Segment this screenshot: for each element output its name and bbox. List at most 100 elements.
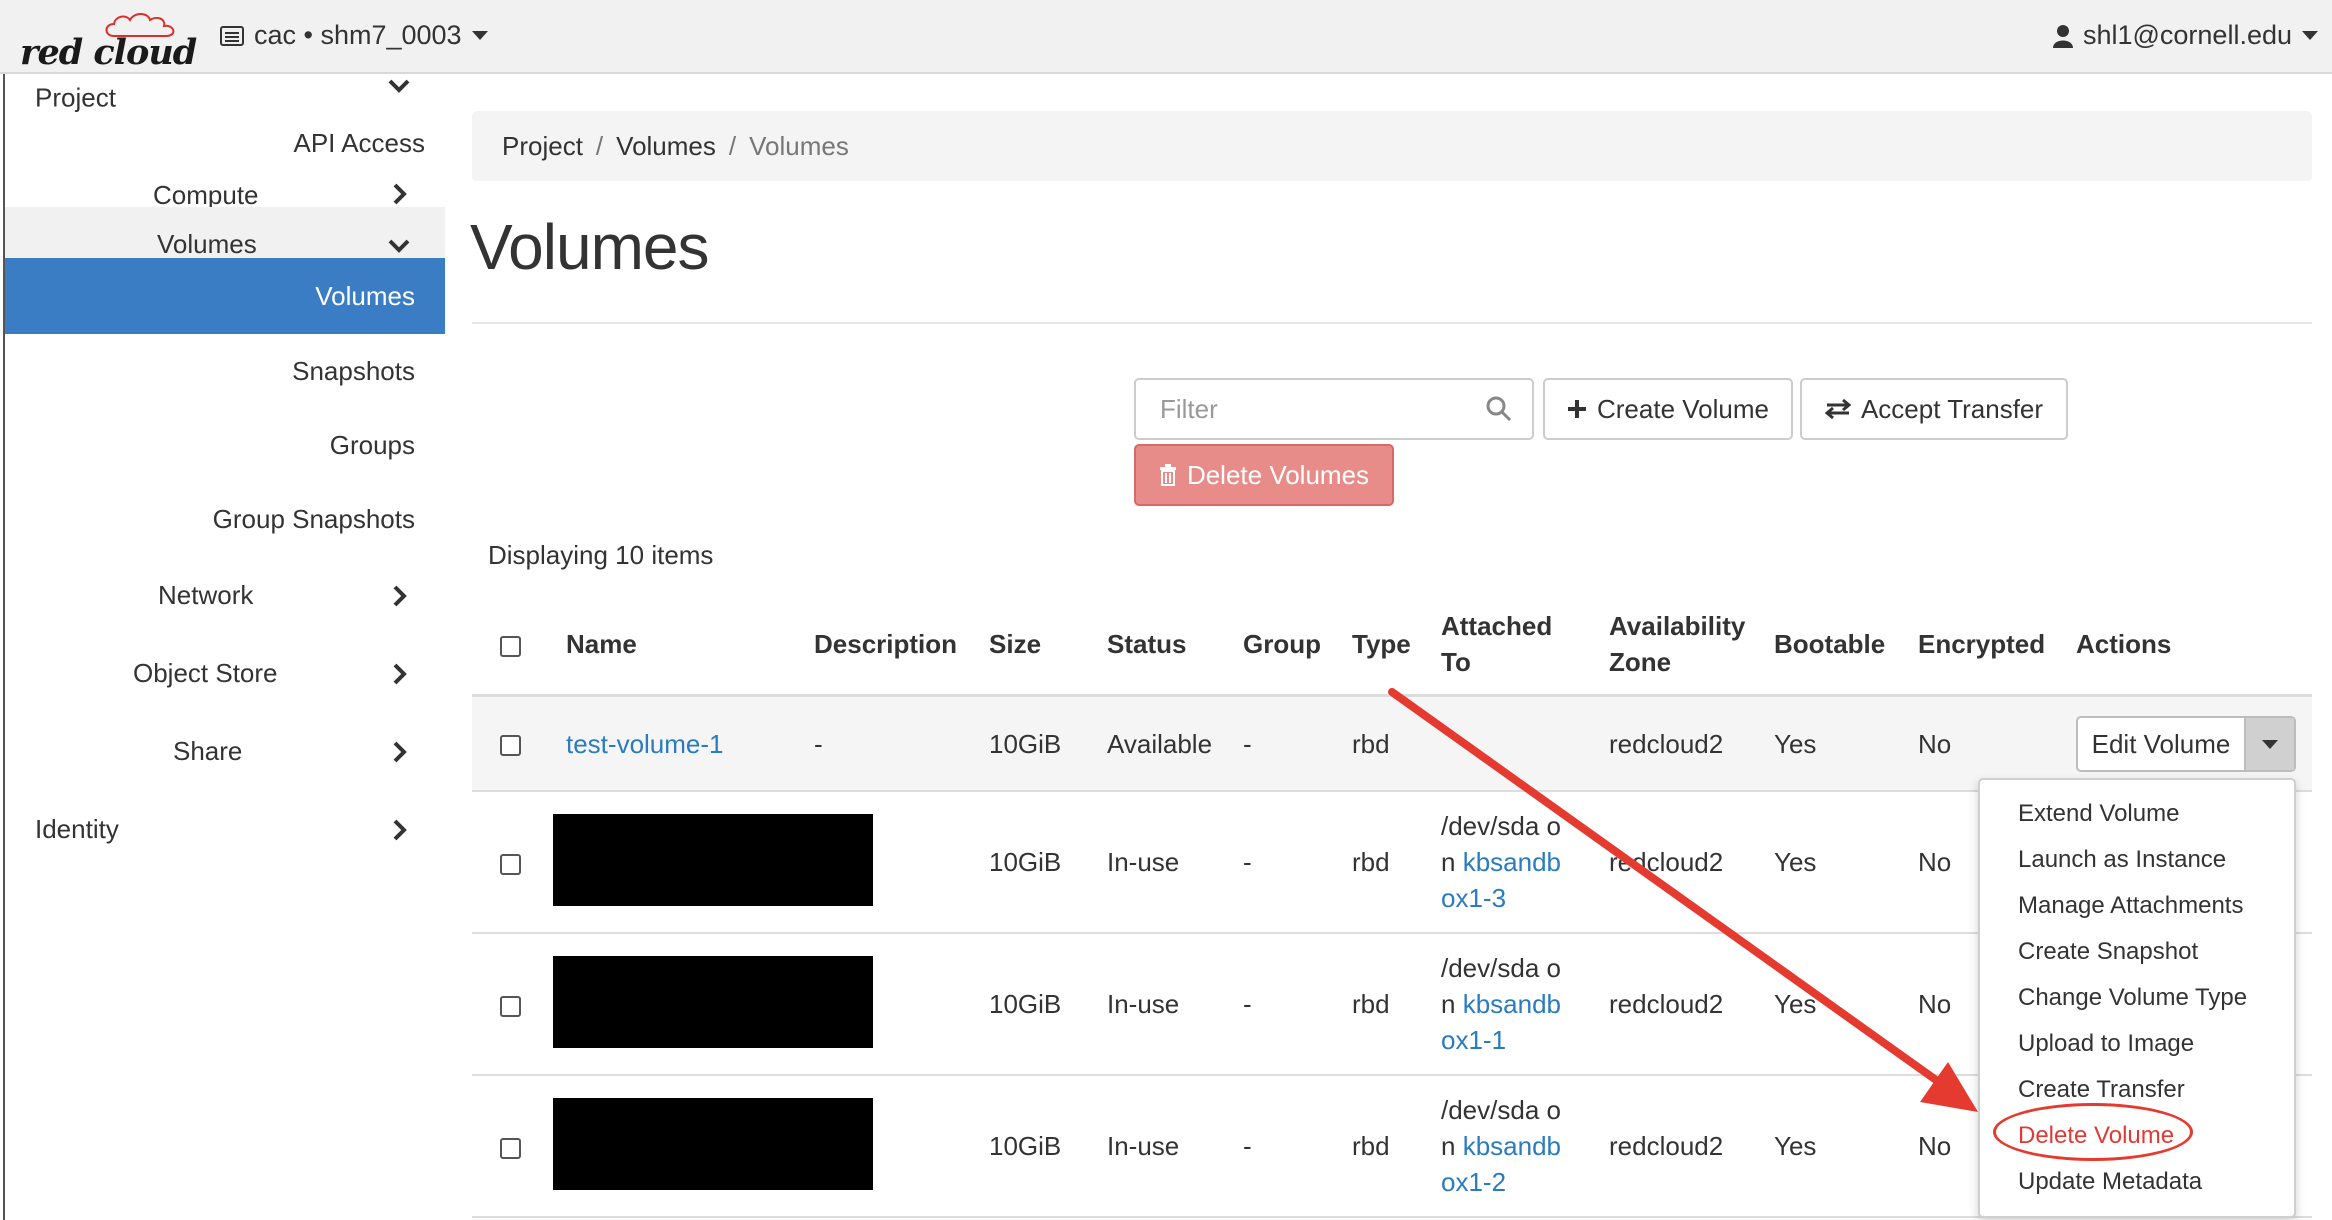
row-checkbox[interactable]	[500, 735, 521, 756]
create-volume-label: Create Volume	[1597, 393, 1769, 424]
breadcrumb: Project / Volumes / Volumes	[472, 111, 2312, 181]
row-checkbox[interactable]	[500, 854, 521, 875]
volume-status: In-use	[1107, 989, 1180, 1019]
breadcrumb-separator: /	[595, 130, 604, 161]
filter-box	[1134, 378, 1534, 440]
attached-instance: n kbsandb	[1441, 847, 1561, 877]
col-header-status[interactable]: Status	[1107, 626, 1186, 662]
col-header-description[interactable]: Description	[814, 626, 957, 662]
col-header-attached-to[interactable]: Attached	[1441, 608, 1552, 644]
user-icon	[2052, 24, 2073, 48]
row-checkbox[interactable]	[500, 996, 521, 1017]
list-icon	[220, 25, 244, 46]
sidebar-item-volumes[interactable]: Volumes	[5, 258, 445, 334]
instance-link[interactable]: kbsandb	[1463, 989, 1561, 1019]
redacted-name	[553, 814, 873, 906]
filter-input[interactable]	[1136, 380, 1482, 438]
col-header-availability-zone[interactable]: Availability	[1609, 608, 1745, 644]
volume-bootable: Yes	[1774, 847, 1817, 877]
col-header-type[interactable]: Type	[1352, 626, 1411, 662]
instance-link[interactable]: kbsandb	[1463, 847, 1561, 877]
sidebar-item-label: Share	[173, 736, 243, 766]
sidebar-item-identity[interactable]: Identity	[5, 796, 445, 844]
sidebar-item-label: Groups	[329, 430, 415, 460]
menu-item-launch-as-instance[interactable]: Launch as Instance	[2018, 846, 2226, 874]
volume-size: 10GiB	[989, 1131, 1062, 1161]
menu-item-create-transfer[interactable]: Create Transfer	[2018, 1076, 2185, 1104]
sidebar-item-snapshots[interactable]: Snapshots	[5, 336, 445, 386]
volume-az: redcloud2	[1609, 847, 1724, 877]
menu-item-change-volume-type[interactable]: Change Volume Type	[2018, 984, 2247, 1012]
menu-item-manage-attachments[interactable]: Manage Attachments	[2018, 892, 2243, 920]
attached-instance-line2[interactable]: ox1-1	[1441, 1022, 1506, 1058]
sidebar-item-label: Group Snapshots	[212, 504, 415, 534]
volume-description: -	[814, 729, 823, 759]
instance-link[interactable]: kbsandb	[1463, 1131, 1561, 1161]
volume-status: In-use	[1107, 847, 1180, 877]
create-volume-button[interactable]: Create Volume	[1543, 378, 1793, 440]
logo-text: red cloud	[20, 32, 197, 73]
volume-bootable: Yes	[1774, 729, 1817, 759]
menu-item-extend-volume[interactable]: Extend Volume	[2018, 800, 2179, 828]
breadcrumb-volumes[interactable]: Volumes	[616, 131, 716, 162]
col-header-availability-zone-line2[interactable]: Zone	[1609, 644, 1671, 680]
redacted-name	[553, 956, 873, 1048]
col-header-name[interactable]: Name	[566, 626, 637, 662]
volume-name-link[interactable]: test-volume-1	[566, 726, 724, 762]
volume-group: -	[1243, 729, 1252, 759]
col-header-group[interactable]: Group	[1243, 626, 1321, 662]
menu-item-update-metadata[interactable]: Update Metadata	[2018, 1168, 2202, 1196]
sidebar-item-compute[interactable]: Compute	[5, 158, 445, 210]
attached-device: /dev/sda o	[1441, 811, 1561, 841]
delete-volumes-button[interactable]: Delete Volumes	[1134, 444, 1394, 506]
sidebar-item-group-snapshots[interactable]: Group Snapshots	[5, 484, 445, 534]
project-switcher[interactable]: cac • shm7_0003	[220, 20, 488, 51]
search-icon[interactable]	[1486, 396, 1512, 422]
red-cloud-logo[interactable]: red cloud	[20, 6, 197, 73]
edit-volume-button[interactable]: Edit Volume	[2078, 718, 2244, 770]
volume-az: redcloud2	[1609, 729, 1724, 759]
row-checkbox[interactable]	[500, 1138, 521, 1159]
page-title: Volumes	[470, 211, 709, 283]
item-count: Displaying 10 items	[488, 540, 714, 570]
col-header-encrypted[interactable]: Encrypted	[1918, 626, 2045, 662]
sidebar-item-label: Volumes	[315, 281, 415, 311]
col-header-size[interactable]: Size	[989, 626, 1041, 662]
attached-instance-line2[interactable]: ox1-2	[1441, 1164, 1506, 1200]
col-header-bootable[interactable]: Bootable	[1774, 626, 1885, 662]
breadcrumb-current: Volumes	[749, 130, 849, 161]
menu-item-upload-to-image[interactable]: Upload to Image	[2018, 1030, 2194, 1058]
sidebar-item-label: API Access	[293, 128, 426, 158]
sidebar-item-share[interactable]: Share	[5, 718, 445, 766]
col-header-attached-to-line2[interactable]: To	[1441, 644, 1471, 680]
volume-status: Available	[1107, 729, 1213, 759]
volume-encrypted: No	[1918, 847, 1952, 877]
sidebar-item-api-access[interactable]: API Access	[5, 108, 445, 158]
attached-instance: n kbsandb	[1441, 1131, 1561, 1161]
breadcrumb-project[interactable]: Project	[502, 131, 583, 162]
volume-size: 10GiB	[989, 847, 1062, 877]
sidebar-item-label: Identity	[35, 814, 119, 844]
chevron-down-icon	[388, 79, 410, 93]
actions-dropdown-toggle[interactable]	[2244, 718, 2294, 770]
annotation-circle	[1993, 1103, 2193, 1161]
attached-instance-line2[interactable]: ox1-3	[1441, 880, 1506, 916]
sidebar-item-network[interactable]: Network	[5, 562, 445, 610]
chevron-right-icon	[393, 183, 407, 205]
sidebar: Project API Access Compute Volumes Volum…	[3, 74, 445, 1220]
col-header-actions: Actions	[2076, 629, 2172, 659]
volume-type: rbd	[1352, 989, 1390, 1019]
redacted-name	[553, 1098, 873, 1190]
menu-item-create-snapshot[interactable]: Create Snapshot	[2018, 938, 2198, 966]
sidebar-item-label: Snapshots	[292, 356, 415, 386]
plus-icon	[1568, 400, 1586, 418]
divider	[472, 322, 2312, 324]
sidebar-item-groups[interactable]: Groups	[5, 410, 445, 460]
accept-transfer-button[interactable]: Accept Transfer	[1800, 378, 2068, 440]
caret-down-icon	[2262, 739, 2278, 749]
sidebar-item-object-store[interactable]: Object Store	[5, 640, 445, 688]
user-menu[interactable]: shl1@cornell.edu	[2052, 20, 2318, 51]
sidebar-item-label: Object Store	[133, 658, 278, 688]
attached-device: /dev/sda o	[1441, 953, 1561, 983]
select-all-checkbox[interactable]	[500, 636, 521, 657]
